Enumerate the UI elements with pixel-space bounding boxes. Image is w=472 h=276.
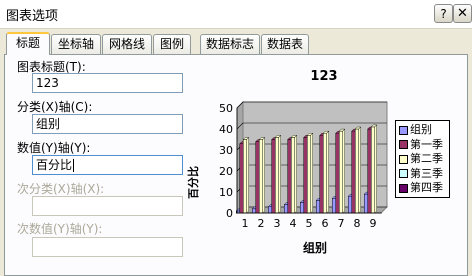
tab-data-table[interactable]: 数据表 (261, 34, 309, 54)
x-tick-label: 5 (306, 217, 313, 230)
value-y-axis-label: 数值(Y)轴(Y): (17, 141, 91, 155)
bar (268, 206, 272, 214)
legend-swatch (399, 140, 408, 149)
bar-side (246, 137, 249, 214)
secondary-category-x-axis-label: 次分类(X)轴(X): (17, 182, 105, 196)
bar (303, 137, 308, 214)
bar (319, 135, 324, 214)
legend-label: 第三季 (410, 166, 443, 180)
legend-item: 第一季 (399, 138, 449, 153)
legend-item: 组别 (399, 123, 449, 138)
bar (284, 204, 288, 214)
y-tick-label: 10 (219, 186, 233, 199)
x-axis-title: 组别 (303, 241, 328, 255)
bar-side (326, 130, 329, 214)
bar (367, 128, 372, 214)
bar (339, 130, 343, 214)
y-tick-label: 40 (219, 123, 233, 136)
x-tick-label: 9 (370, 217, 377, 230)
bar (351, 130, 356, 214)
legend-item: 第四季 (399, 181, 449, 196)
text-caret (73, 159, 75, 172)
x-tick-label: 6 (322, 217, 329, 230)
value-y-axis-field[interactable]: 百分比 (32, 155, 183, 175)
y-tick-label: 30 (219, 144, 233, 157)
category-x-axis-label: 分类(X)轴(C): (17, 100, 93, 114)
bar-side (358, 126, 361, 214)
bar (307, 135, 311, 214)
legend-swatch (399, 183, 408, 193)
x-tick-label: 1 (242, 217, 249, 230)
x-tick-label: 8 (354, 217, 361, 230)
bar (355, 128, 359, 214)
x-tick-label: 3 (274, 217, 281, 230)
title-bar: 图表选项 ? ✕ (0, 0, 472, 29)
help-button[interactable]: ? (434, 4, 453, 23)
bar-side (278, 134, 281, 214)
bar (316, 200, 320, 214)
x-tick-label: 4 (290, 217, 297, 230)
bar (259, 139, 263, 214)
y-tick-label: 50 (219, 102, 233, 115)
bar (332, 198, 336, 214)
legend-item: 第二季 (399, 152, 449, 167)
legend-label: 第一季 (410, 137, 443, 151)
bar (271, 139, 276, 214)
tab-legend[interactable]: 图例 (153, 34, 191, 54)
chart-title-field[interactable]: 123 (32, 73, 183, 93)
bar (348, 195, 352, 214)
close-button[interactable]: ✕ (453, 4, 472, 23)
legend-item: 第三季 (399, 167, 449, 182)
legend-swatch (399, 169, 408, 178)
bar-side (262, 137, 265, 214)
secondary-value-y-axis-field (32, 237, 183, 257)
legend: 组别 第一季 第二季 第三季 第四季 (395, 120, 450, 198)
bar-side (310, 132, 313, 214)
bar-side (294, 134, 297, 214)
x-tick-label: 2 (258, 217, 265, 230)
bar (287, 139, 292, 214)
bar (364, 193, 368, 214)
legend-label: 组别 (410, 123, 432, 136)
bar-side (342, 128, 345, 214)
bar (371, 126, 375, 214)
legend-label: 第四季 (410, 181, 443, 194)
bar (255, 141, 260, 214)
secondary-value-y-axis-label: 次数值(Y)轴(Y): (17, 222, 103, 236)
secondary-category-x-axis-field (32, 196, 183, 216)
plot-area: 0 10 20 30 40 50 1 2 3 4 5 6 7 8 9 (219, 100, 389, 230)
chart-preview: 123 百分比 0 10 20 30 40 50 1 2 3 4 5 6 7 8 9 组别 组别 第一季 第二季… (187, 63, 459, 272)
bar (300, 202, 304, 214)
y-tick-label: 0 (226, 207, 233, 220)
bar (252, 208, 256, 214)
tab-titles[interactable]: 标题 (6, 32, 50, 55)
legend-label: 第二季 (410, 152, 443, 165)
tab-gridlines[interactable]: 网格线 (102, 34, 152, 54)
legend-swatch (399, 125, 408, 135)
bar (335, 132, 340, 214)
tab-axes[interactable]: 坐标轴 (51, 34, 101, 54)
category-x-axis-field[interactable]: 组别 (32, 114, 183, 134)
y-tick-label: 20 (219, 165, 233, 178)
bar (243, 139, 247, 214)
x-tick-label: 7 (338, 217, 345, 230)
dialog-title: 图表选项 (6, 9, 59, 24)
bar (239, 143, 244, 214)
legend-swatch (399, 154, 408, 164)
tab-data-labels[interactable]: 数据标志 (200, 34, 260, 54)
bar (323, 132, 327, 214)
bar-side (374, 124, 377, 214)
bar (291, 137, 295, 214)
bar (275, 137, 279, 214)
